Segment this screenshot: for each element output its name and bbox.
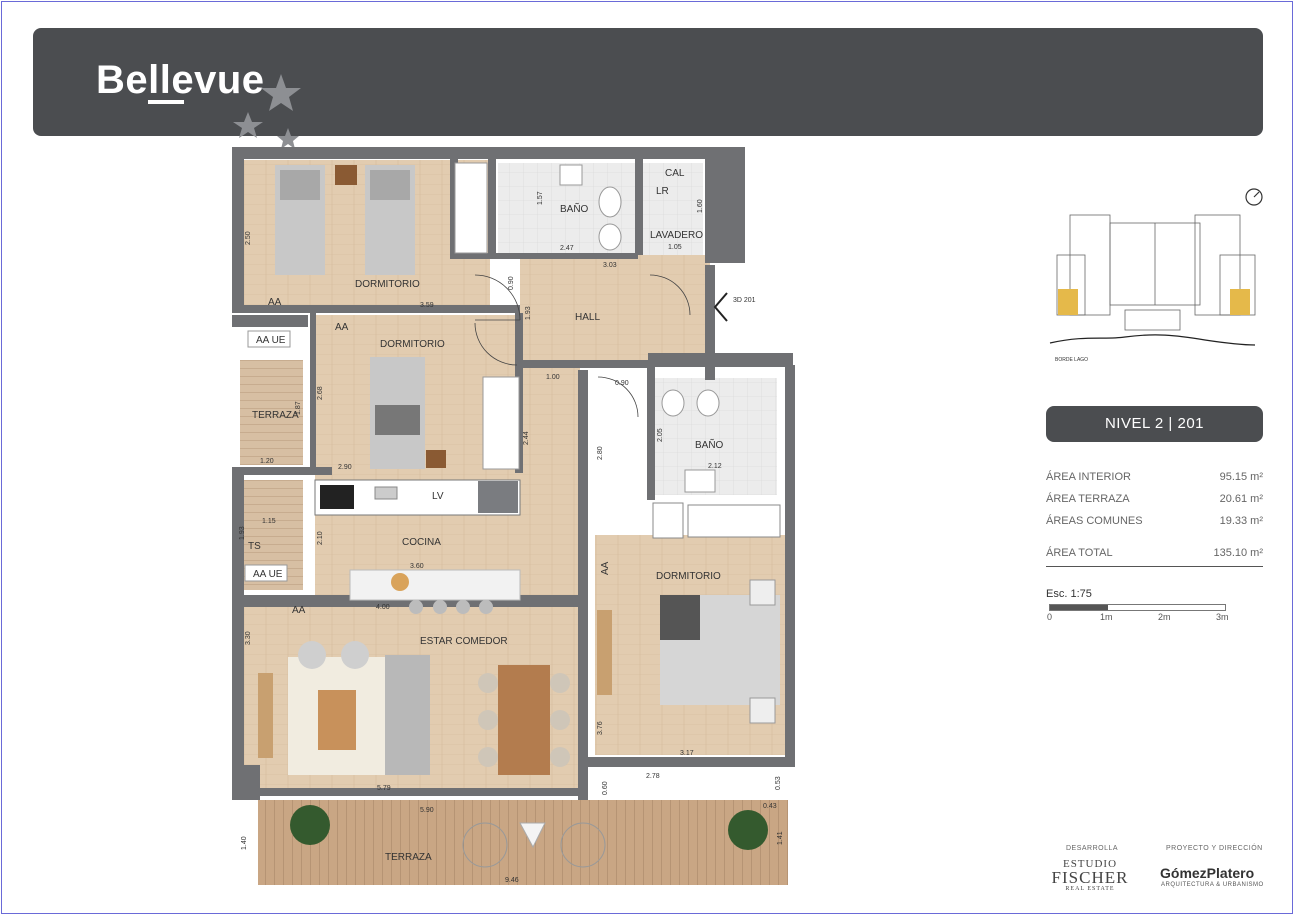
key-plan: BORDE LAGO <box>1049 188 1263 363</box>
area-total-value: 135.10 m² <box>1213 547 1263 559</box>
view-reference: 3D 201 <box>733 297 756 304</box>
dimension: 1.60 <box>697 199 704 213</box>
dimension: 1.15 <box>262 518 276 525</box>
scale-graphic <box>1049 604 1226 611</box>
label-lv: LV <box>432 491 444 502</box>
dimension: 1.93 <box>239 526 246 540</box>
dimension: 3.60 <box>410 563 424 570</box>
dimension: 1.93 <box>525 306 532 320</box>
area-total-label: ÁREA TOTAL <box>1046 547 1113 559</box>
dimension: 1.40 <box>241 836 248 850</box>
scale-tick: 3m <box>1216 612 1229 622</box>
scale-bar: Esc. 1:75 0 1m 2m 3m <box>1046 588 1263 622</box>
area-label: ÁREA INTERIOR <box>1046 471 1131 483</box>
dimension: 0.90 <box>508 276 515 290</box>
design-logo: GómezPlatero <box>1160 865 1255 881</box>
dimension: 2.78 <box>646 773 660 780</box>
room-label-lr: LR <box>656 186 669 197</box>
dimension: 0.53 <box>775 776 782 790</box>
brand-underline <box>148 100 184 104</box>
room-label-lavadero: LAVADERO <box>650 230 703 241</box>
area-total-row: ÁREA TOTAL 135.10 m² <box>1046 542 1263 564</box>
tag-aa-ue: AA UE <box>256 335 286 346</box>
scale-tick: 1m <box>1100 612 1113 622</box>
room-label-terraza-1: TERRAZA <box>252 410 299 421</box>
design-label: PROYECTO Y DIRECCIÓN <box>1166 845 1263 852</box>
unit-level-badge: NIVEL 2 | 201 <box>1046 406 1263 442</box>
key-map-caption: BORDE LAGO <box>1055 357 1088 363</box>
dimension: 1.87 <box>295 401 302 415</box>
developer-label: DESARROLLA <box>1066 845 1119 852</box>
dimension: 9.46 <box>505 877 519 884</box>
area-row: ÁREA TERRAZA 20.61 m² <box>1046 488 1263 510</box>
area-value: 20.61 m² <box>1219 493 1263 505</box>
room-label-estar-comedor: ESTAR COMEDOR <box>420 636 508 647</box>
room-label-hall: HALL <box>575 312 600 323</box>
developer-name-line2: FISCHER <box>1051 868 1129 887</box>
divider <box>1046 566 1263 567</box>
dimension: 1.05 <box>668 244 682 251</box>
area-table: ÁREA INTERIOR 95.15 m² ÁREA TERRAZA 20.6… <box>1046 466 1263 569</box>
dimension: 3.03 <box>603 262 617 269</box>
room-label-terraza-2: TERRAZA <box>385 852 432 863</box>
area-row: ÁREA INTERIOR 95.15 m² <box>1046 466 1263 488</box>
dimension: 1.57 <box>537 191 544 205</box>
dimension: 1.00 <box>546 374 560 381</box>
room-label-cal: CAL <box>665 168 685 179</box>
room-label-cocina: COCINA <box>402 537 441 548</box>
area-value: 95.15 m² <box>1219 471 1263 483</box>
dimension: 2.68 <box>317 386 324 400</box>
room-label-bano-1: BAÑO <box>560 202 589 215</box>
dimension: 2.10 <box>317 531 324 545</box>
dimension: 5.90 <box>420 807 434 814</box>
dimension: 3.17 <box>680 750 694 757</box>
dimension: 2.80 <box>597 446 604 460</box>
tag-aa: AA <box>292 605 306 616</box>
area-label: ÁREAS COMUNES <box>1046 515 1143 527</box>
tag-aa: AA <box>268 297 282 308</box>
floor-plan: DORMITORIO BAÑO CAL LR LAVADERO HALL DOR… <box>232 147 795 885</box>
tag-aa-ue: AA UE <box>253 569 283 580</box>
dimension: 0.90 <box>615 380 629 387</box>
tag-aa: AA <box>600 561 611 575</box>
label-ts: TS <box>248 541 261 552</box>
dimension: 2.12 <box>708 463 722 470</box>
dimension: 3.59 <box>420 302 434 309</box>
area-row: ÁREAS COMUNES 19.33 m² <box>1046 510 1263 532</box>
dimension: 2.47 <box>560 245 574 252</box>
room-label-dormitorio-1: DORMITORIO <box>355 279 420 290</box>
dimension: 1.20 <box>260 458 274 465</box>
room-label-dormitorio-2: DORMITORIO <box>380 339 445 350</box>
dimension: 3.76 <box>597 721 604 735</box>
dimension: 2.44 <box>523 431 530 445</box>
design-subtitle: ARQUITECTURA & URBANISMO <box>1161 882 1264 888</box>
dimension: 0.43 <box>763 803 777 810</box>
room-label-dormitorio-3: DORMITORIO <box>656 571 721 582</box>
tag-aa: AA <box>335 322 349 333</box>
room-label-bano-2: BAÑO <box>695 438 724 451</box>
scale-title: Esc. 1:75 <box>1046 588 1092 600</box>
scale-tick: 0 <box>1047 612 1053 622</box>
dimension: 1.41 <box>777 831 784 845</box>
dimension: 2.90 <box>338 464 352 471</box>
dimension: 5.79 <box>377 785 391 792</box>
dimension: 2.05 <box>657 428 664 442</box>
dimension: 4.00 <box>376 604 390 611</box>
area-value: 19.33 m² <box>1219 515 1263 527</box>
dimension: 2.50 <box>245 231 252 245</box>
dimension: 3.30 <box>245 631 252 645</box>
area-label: ÁREA TERRAZA <box>1046 493 1130 505</box>
scale-tick: 2m <box>1158 612 1171 622</box>
developer-logo: ESTUDIO FISCHER REAL ESTATE <box>1050 858 1130 892</box>
dimension: 0.60 <box>602 781 609 795</box>
